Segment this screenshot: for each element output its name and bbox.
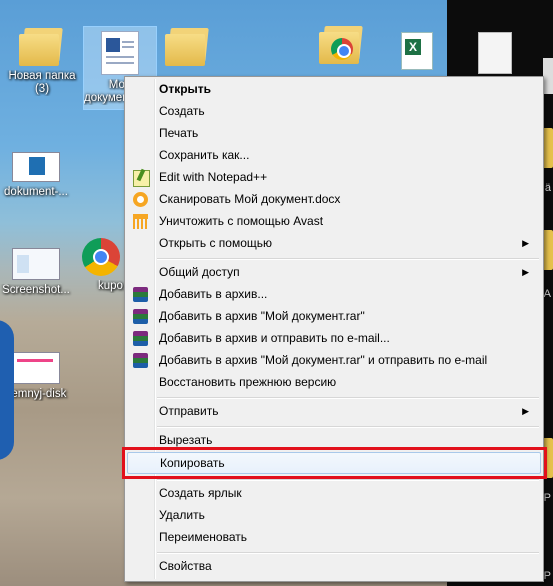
menu-item-restore-version[interactable]: Восстановить прежнюю версию — [127, 372, 541, 393]
excel-icon: X — [401, 32, 433, 70]
menu-item-label: Edit with Notepad++ — [159, 170, 268, 184]
menu-item-create-shortcut[interactable]: Создать ярлык — [127, 483, 541, 504]
strip-label: A — [543, 288, 551, 300]
menu-item-label: Сканировать Мой документ.docx — [159, 192, 341, 206]
desktop-icon-label: Screenshot... — [2, 284, 70, 296]
menu-item-label: Создать ярлык — [159, 486, 242, 500]
submenu-arrow-icon: ▶ — [522, 238, 529, 248]
desktop-icon-label: dokument-... — [4, 186, 68, 198]
winrar-icon — [133, 309, 148, 324]
desktop-icon-chrome[interactable]: kupo... — [76, 238, 126, 293]
folder-icon — [319, 26, 365, 64]
menu-item-edit-notepad[interactable]: Edit with Notepad++ — [127, 167, 541, 188]
desktop-icon-label: Новая папка (3) — [8, 70, 76, 95]
menu-item-archive-email[interactable]: Добавить в архив и отправить по e-mail..… — [127, 328, 541, 349]
chrome-icon — [82, 238, 120, 276]
avast-shredder-icon — [133, 214, 148, 229]
menu-item-delete[interactable]: Удалить — [127, 505, 541, 526]
menu-separator — [157, 552, 539, 554]
notepad-plus-plus-icon — [133, 168, 150, 187]
desktop-icon-chrome-folder[interactable] — [302, 26, 382, 64]
menu-item-label: Добавить в архив "Мой документ.rar" — [159, 309, 365, 323]
image-thumbnail-icon — [12, 152, 60, 182]
strip-label: P — [543, 570, 551, 582]
menu-item-label: Вырезать — [159, 433, 213, 447]
menu-item-save-as[interactable]: Сохранить как... — [127, 145, 541, 166]
menu-item-create[interactable]: Создать — [127, 101, 541, 122]
menu-item-label: Добавить в архив... — [159, 287, 268, 301]
menu-item-label: Общий доступ — [159, 265, 240, 279]
screenshot-thumbnail-icon — [12, 352, 60, 384]
context-menu: Открыть Создать Печать Сохранить как... … — [124, 76, 544, 582]
winrar-icon — [133, 287, 148, 302]
menu-item-properties[interactable]: Свойства — [127, 556, 541, 577]
menu-item-label: Печать — [159, 126, 199, 140]
menu-item-scan[interactable]: Сканировать Мой документ.docx — [127, 189, 541, 210]
winrar-icon — [133, 353, 148, 368]
menu-item-label: Переименовать — [159, 530, 247, 544]
menu-item-label: Уничтожить с помощью Avast — [159, 214, 324, 228]
menu-separator — [157, 479, 539, 481]
menu-item-label: Добавить в архив "Мой документ.rar" и от… — [159, 353, 488, 367]
desktop-icon-folder[interactable] — [148, 28, 228, 66]
folder-icon — [165, 28, 211, 66]
desktop-icon-new-folder[interactable]: Новая папка (3) — [2, 28, 82, 96]
desktop-icon-screenshot[interactable]: Screenshot... — [0, 248, 76, 297]
menu-item-sharing[interactable]: Общий доступ ▶ — [127, 262, 541, 283]
desktop-icon-excel[interactable]: X — [377, 32, 457, 70]
menu-item-open[interactable]: Открыть — [127, 79, 541, 100]
menu-item-label: Добавить в архив и отправить по e-mail..… — [159, 331, 390, 345]
submenu-arrow-icon: ▶ — [522, 406, 529, 416]
menu-item-send-to[interactable]: Отправить ▶ — [127, 401, 541, 422]
menu-item-label: Отправить — [159, 404, 219, 418]
menu-item-print[interactable]: Печать — [127, 123, 541, 144]
screenshot-thumbnail-icon — [12, 248, 60, 280]
winrar-icon — [133, 331, 148, 346]
menu-item-add-archive-rar[interactable]: Добавить в архив "Мой документ.rar" — [127, 306, 541, 327]
menu-separator — [157, 397, 539, 399]
menu-item-rename[interactable]: Переименовать — [127, 527, 541, 548]
desktop-icon-label: kupo... — [98, 280, 126, 292]
menu-item-open-with[interactable]: Открыть с помощью ▶ — [127, 233, 541, 254]
menu-item-archive-rar-email[interactable]: Добавить в архив "Мой документ.rar" и от… — [127, 350, 541, 371]
file-icon[interactable] — [478, 32, 512, 74]
menu-item-label: Открыть — [159, 82, 212, 96]
copy-highlight-frame — [122, 447, 547, 479]
file-icon[interactable] — [543, 58, 553, 94]
avast-scan-icon — [133, 192, 148, 207]
strip-label: ä — [544, 182, 551, 194]
menu-separator — [157, 426, 539, 428]
menu-item-label: Восстановить прежнюю версию — [159, 375, 337, 389]
menu-item-label: Свойства — [159, 559, 212, 573]
menu-item-label: Сохранить как... — [159, 148, 250, 162]
folder-icon — [19, 28, 65, 66]
word-document-icon — [101, 31, 139, 75]
menu-item-shred[interactable]: Уничтожить с помощью Avast — [127, 211, 541, 232]
menu-item-label: Создать — [159, 104, 205, 118]
menu-item-add-archive[interactable]: Добавить в архив... — [127, 284, 541, 305]
menu-separator — [157, 258, 539, 260]
submenu-arrow-icon: ▶ — [522, 267, 529, 277]
person-in-jacket — [0, 320, 14, 460]
strip-label: P — [543, 492, 551, 504]
menu-item-label: Удалить — [159, 508, 205, 522]
desktop-icon-dokument[interactable]: dokument-... — [0, 152, 76, 199]
menu-item-label: Открыть с помощью — [159, 236, 273, 250]
